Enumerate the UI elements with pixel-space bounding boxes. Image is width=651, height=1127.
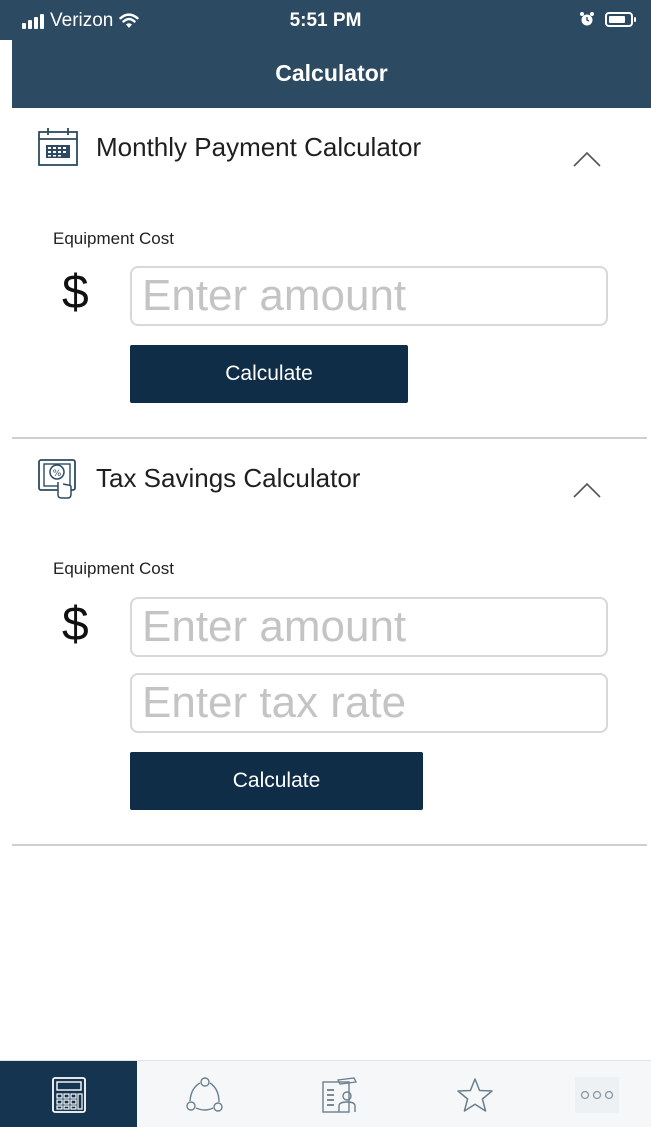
more-icon	[574, 1076, 619, 1113]
monthly-payment-calculator-section: Monthly Payment Calculator Equipment Cos…	[12, 108, 647, 439]
tab-favorites[interactable]	[407, 1061, 542, 1127]
tax-calculate-button[interactable]: Calculate	[130, 752, 423, 810]
monthly-payment-calculator-title: Monthly Payment Calculator	[96, 132, 422, 162]
tax-percent-icon: %	[38, 459, 76, 499]
tax-savings-calculator-section: % Tax Savings Calculator Equipment Cost …	[12, 439, 647, 846]
tax-savings-calculator-header[interactable]: % Tax Savings Calculator	[12, 439, 647, 519]
share-cycle-icon	[185, 1076, 223, 1112]
page-title: Calculator	[275, 60, 388, 86]
tax-savings-calculator-title: Tax Savings Calculator	[96, 463, 361, 493]
star-icon	[456, 1077, 493, 1112]
status-time: 5:51 PM	[289, 10, 362, 31]
chevron-up-icon[interactable]	[572, 481, 602, 499]
battery-icon	[605, 11, 636, 27]
monthly-payment-calculator-header[interactable]: Monthly Payment Calculator	[12, 108, 647, 188]
document-person-icon	[321, 1076, 357, 1113]
monthly-calculate-button[interactable]: Calculate	[130, 345, 408, 403]
equipment-cost-label: Equipment Cost	[53, 229, 174, 248]
tab-bar	[0, 1060, 651, 1127]
svg-text:%: %	[53, 469, 62, 479]
monthly-amount-input[interactable]	[130, 266, 608, 326]
tab-calculator[interactable]	[0, 1061, 137, 1127]
tab-share[interactable]	[137, 1061, 272, 1127]
dollar-sign: $	[62, 598, 89, 651]
calculator-icon	[51, 1076, 86, 1113]
tax-amount-input[interactable]	[130, 597, 608, 657]
calendar-icon	[38, 128, 78, 166]
tax-rate-input[interactable]	[130, 673, 608, 733]
chevron-up-icon[interactable]	[572, 150, 602, 168]
status-bar: Verizon 5:51 PM	[0, 0, 651, 40]
alarm-icon	[580, 12, 594, 26]
status-right	[579, 11, 636, 27]
tab-documents[interactable]	[272, 1061, 407, 1127]
dollar-sign: $	[62, 266, 89, 319]
equipment-cost-label: Equipment Cost	[53, 559, 174, 578]
tab-more[interactable]	[542, 1061, 651, 1127]
navigation-bar: Calculator	[12, 40, 651, 108]
